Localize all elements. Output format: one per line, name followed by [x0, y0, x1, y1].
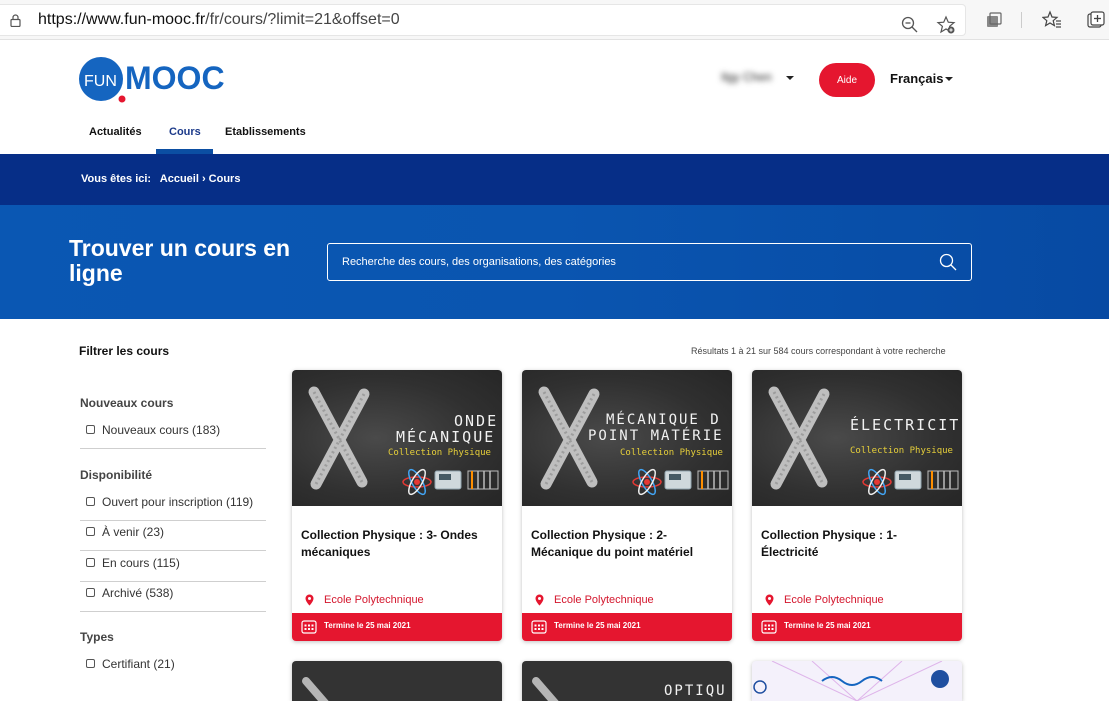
url-text: https://www.fun-mooc.fr/fr/cours/?limit=… — [38, 11, 400, 28]
filter-option[interactable]: Certifiant (21) — [80, 653, 266, 683]
address-bar[interactable]: https://www.fun-mooc.fr/fr/cours/?limit=… — [0, 4, 966, 36]
filter-group-title: Nouveaux cours — [80, 396, 174, 410]
course-date-bar: Termine le 25 mai 2021 — [292, 613, 502, 641]
nav-cours[interactable]: Cours — [169, 126, 201, 138]
checkbox[interactable] — [86, 497, 95, 506]
course-card[interactable]: ÉLECTRICIT Collection Physique Collectio… — [752, 370, 962, 641]
checkbox[interactable] — [86, 425, 95, 434]
course-title[interactable]: Collection Physique : 2- Mécanique du po… — [531, 527, 726, 561]
thumbnail-title: OPTIQU — [664, 683, 727, 699]
location-pin-icon — [305, 594, 314, 606]
filter-option[interactable]: Ouvert pour inscription (119) — [80, 491, 266, 521]
checkbox[interactable] — [86, 659, 95, 668]
filter-group-title: Disponibilité — [80, 468, 152, 482]
filter-option[interactable]: À venir (23) — [80, 521, 266, 551]
toolbar-divider — [1021, 12, 1022, 28]
filter-option-label: À venir (23) — [102, 525, 165, 539]
chevron-down-icon[interactable] — [945, 77, 953, 81]
calendar-icon — [301, 620, 317, 634]
thumbnail-subtitle: Collection Physique — [388, 448, 491, 458]
location-pin-icon — [535, 594, 544, 606]
calendar-icon — [531, 620, 547, 634]
breadcrumb-prefix: Vous êtes ici: — [81, 173, 152, 185]
filter-option[interactable]: En cours (115) — [80, 552, 266, 582]
filter-option-label: Archivé (538) — [102, 586, 174, 600]
browser-toolbar: https://www.fun-mooc.fr/fr/cours/?limit=… — [0, 0, 1109, 40]
thumbnail-title: ÉLECTRICIT — [850, 416, 961, 434]
course-thumbnail — [753, 661, 949, 701]
zoom-out-icon[interactable] — [900, 15, 920, 35]
svg-text:MOOC: MOOC — [125, 60, 225, 96]
course-end-date: Termine le 25 mai 2021 — [554, 621, 641, 630]
help-button[interactable]: Aide — [819, 63, 875, 97]
filter-option-label: Certifiant (21) — [102, 657, 175, 671]
thumbnail-title: POINT MATÉRIE — [588, 428, 724, 444]
nav-etablissements[interactable]: Etablissements — [225, 126, 306, 138]
breadcrumb-path[interactable]: Accueil › Cours — [160, 173, 241, 185]
filter-group-title: Types — [80, 630, 114, 644]
add-collection-icon[interactable] — [1086, 10, 1106, 30]
svg-text:FUN: FUN — [84, 73, 117, 90]
add-favorite-icon[interactable] — [936, 15, 956, 35]
thumbnail-title: MÉCANIQUE D — [606, 412, 721, 428]
results-count: Résultats 1 à 21 sur 584 cours correspon… — [691, 346, 946, 356]
user-menu[interactable]: Ilgy Chen — [721, 70, 772, 84]
filters-title: Filtrer les cours — [79, 344, 170, 358]
course-end-date: Termine le 25 mai 2021 — [324, 621, 411, 630]
thumbnail-title: MÉCANIQUE — [396, 428, 496, 446]
search-placeholder: Recherche des cours, des organisations, … — [342, 256, 616, 268]
course-card[interactable] — [752, 661, 962, 701]
course-thumbnail: ÉLECTRICIT Collection Physique — [752, 370, 962, 506]
checkbox[interactable] — [86, 588, 95, 597]
filter-option-label: En cours (115) — [102, 556, 180, 570]
checkbox[interactable] — [86, 558, 95, 567]
thumbnail-subtitle: Collection Physique — [620, 448, 723, 458]
course-organization[interactable]: Ecole Polytechnique — [554, 594, 654, 606]
collections-icon[interactable] — [984, 10, 1004, 30]
calendar-icon — [761, 620, 777, 634]
nav-actualites[interactable]: Actualités — [89, 126, 142, 138]
favorites-icon[interactable] — [1042, 10, 1062, 30]
course-card[interactable]: MÉCANIQUE D POINT MATÉRIE Collection Phy… — [522, 370, 732, 641]
course-card[interactable]: ONDE MÉCANIQUE Collection Physique Colle… — [292, 370, 502, 641]
checkbox[interactable] — [86, 527, 95, 536]
filter-option[interactable]: Archivé (538) — [80, 582, 266, 612]
course-organization[interactable]: Ecole Polytechnique — [324, 594, 424, 606]
course-card[interactable]: OPTIQU — [522, 661, 732, 701]
thumbnail-subtitle: Collection Physique — [850, 446, 953, 456]
lock-icon — [10, 14, 21, 27]
location-pin-icon — [765, 594, 774, 606]
filter-option-label: Nouveaux cours (183) — [102, 423, 221, 437]
course-thumbnail — [302, 677, 329, 701]
filter-option-label: Ouvert pour inscription (119) — [102, 495, 254, 509]
course-end-date: Termine le 25 mai 2021 — [784, 621, 871, 630]
course-title[interactable]: Collection Physique : 1- Électricité — [761, 527, 956, 561]
search-icon[interactable] — [939, 253, 957, 271]
course-thumbnail: MÉCANIQUE D POINT MATÉRIE Collection Phy… — [522, 370, 732, 506]
fun-mooc-logo[interactable]: FUN MOOC — [79, 57, 239, 107]
course-date-bar: Termine le 25 mai 2021 — [752, 613, 962, 641]
course-card[interactable] — [292, 661, 502, 701]
course-date-bar: Termine le 25 mai 2021 — [522, 613, 732, 641]
language-selector[interactable]: Français — [890, 71, 943, 86]
search-input[interactable]: Recherche des cours, des organisations, … — [327, 243, 972, 281]
page-title: Trouver un cours en ligne — [69, 235, 291, 286]
course-thumbnail: ONDE MÉCANIQUE Collection Physique — [292, 370, 502, 506]
breadcrumb: Vous êtes ici: Accueil › Cours — [81, 173, 246, 185]
course-title[interactable]: Collection Physique : 3- Ondes mécanique… — [301, 527, 496, 561]
course-organization[interactable]: Ecole Polytechnique — [784, 594, 884, 606]
chevron-down-icon[interactable] — [786, 76, 794, 80]
filter-option[interactable]: Nouveaux cours (183) — [80, 419, 266, 449]
